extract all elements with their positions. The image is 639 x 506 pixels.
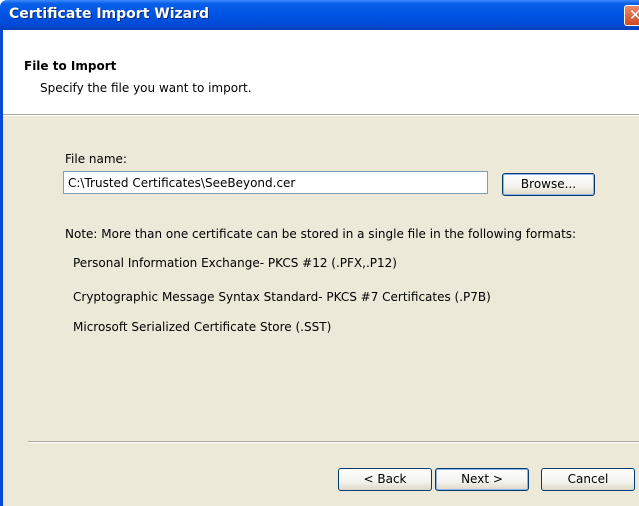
file-name-label: File name: xyxy=(65,152,127,166)
header-divider xyxy=(3,114,639,116)
browse-button[interactable]: Browse... xyxy=(502,173,595,196)
page-subtitle: Specify the file you want to import. xyxy=(40,81,252,95)
wizard-dialog: File to Import Specify the file you want… xyxy=(3,30,639,506)
format-item: Cryptographic Message Syntax Standard- P… xyxy=(73,290,491,304)
next-button[interactable]: Next > xyxy=(435,468,529,491)
window-title: Certificate Import Wizard xyxy=(9,6,210,22)
format-item: Personal Information Exchange- PKCS #12 … xyxy=(73,256,397,270)
format-item: Microsoft Serialized Certificate Store (… xyxy=(73,320,332,334)
close-button[interactable]: ✕ xyxy=(624,5,639,26)
page-title: File to Import xyxy=(24,59,117,73)
note-text: Note: More than one certificate can be s… xyxy=(65,227,577,241)
footer-divider xyxy=(28,441,639,443)
title-bar[interactable]: Certificate Import Wizard ✕ xyxy=(0,0,639,30)
file-name-input[interactable] xyxy=(63,171,488,194)
cancel-button[interactable]: Cancel xyxy=(541,468,635,491)
wizard-header: File to Import Specify the file you want… xyxy=(3,30,639,114)
back-button[interactable]: < Back xyxy=(338,468,432,491)
close-icon: ✕ xyxy=(629,6,639,24)
